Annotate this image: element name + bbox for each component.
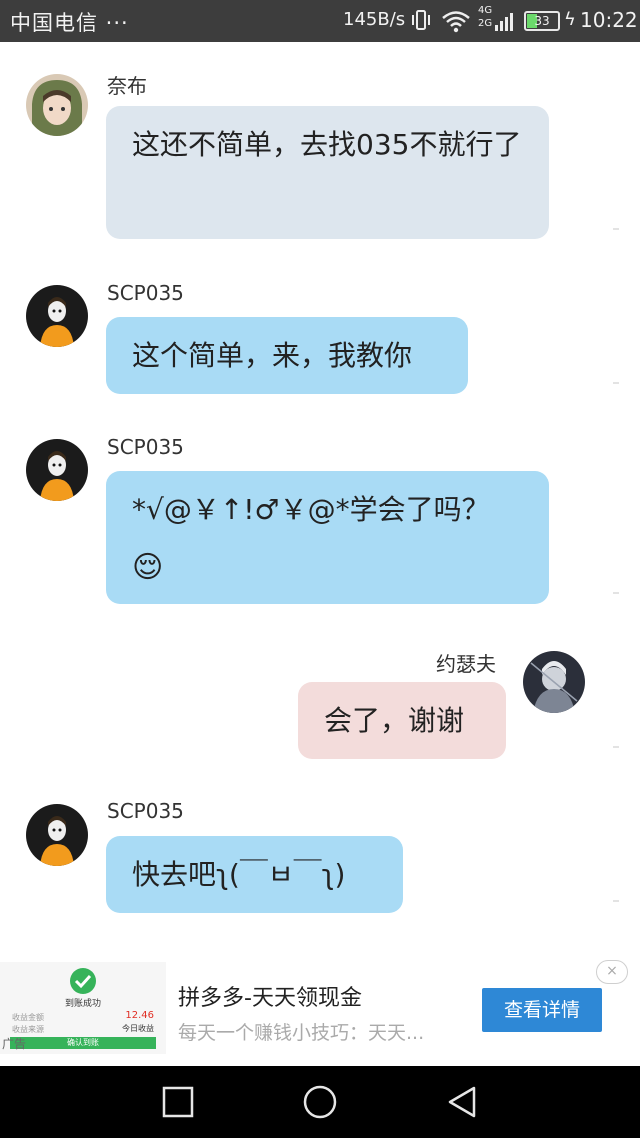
- ad-tag: 广告: [2, 1037, 27, 1051]
- message-text: *√@￥↑!♂￥@*学会了吗？: [132, 493, 490, 526]
- sender-name: 约瑟夫: [436, 652, 496, 676]
- carrier-name: 中国电信 ···: [10, 11, 129, 35]
- avatar-scp035[interactable]: [26, 439, 88, 501]
- network-speed: 145B/s: [343, 9, 406, 30]
- scroll-mark: [613, 228, 619, 230]
- signal-icon: [495, 13, 513, 31]
- back-icon[interactable]: [444, 1084, 480, 1120]
- status-bar: 中国电信 ··· 145B/s 4G 2G 33 ϟ 10:22: [0, 0, 640, 42]
- clock: 10:22: [580, 8, 638, 32]
- check-icon: [70, 968, 96, 994]
- ad-cta-button[interactable]: 查看详情: [482, 988, 602, 1032]
- ad-thumb-today: 今日收益: [122, 1024, 154, 1033]
- network-type: 4G 2G: [478, 5, 493, 29]
- sender-name: SCP035: [107, 435, 184, 459]
- wifi-icon: [442, 11, 470, 33]
- avatar-joseph[interactable]: [523, 651, 585, 713]
- navigation-bar: [0, 1066, 640, 1138]
- scroll-mark: [613, 900, 619, 902]
- message-bubble[interactable]: 会了，谢谢: [298, 682, 506, 759]
- message-text: 快去吧ʅ(￣ㅂ￣ʅ): [132, 858, 346, 891]
- sender-name: 奈布: [107, 74, 147, 98]
- battery-icon: 33: [524, 11, 560, 31]
- scroll-mark: [613, 592, 619, 594]
- scroll-mark: [613, 382, 619, 384]
- message-bubble[interactable]: 快去吧ʅ(￣ㅂ￣ʅ): [106, 836, 403, 913]
- home-icon[interactable]: [302, 1084, 338, 1120]
- vibrate-icon: [412, 10, 430, 30]
- recents-icon[interactable]: [160, 1084, 196, 1120]
- message-bubble[interactable]: *√@￥↑!♂￥@*学会了吗？ 😌: [106, 471, 549, 604]
- message-text: 这个简单，来，我教你: [132, 339, 413, 372]
- ad-thumb-label: 收益来源: [12, 1025, 44, 1034]
- ad-description[interactable]: 每天一个赚钱小技巧：天天...: [178, 1018, 458, 1045]
- ad-thumb-success: 到账成功: [64, 999, 101, 1009]
- sender-name: SCP035: [107, 281, 184, 305]
- ad-thumb-confirm: 确认到账: [10, 1037, 156, 1049]
- scroll-mark: [613, 746, 619, 748]
- ad-thumb-label: 收益金额: [12, 1013, 44, 1022]
- ad-thumb-amount: 12.46: [125, 1010, 154, 1021]
- avatar-scp035[interactable]: [26, 804, 88, 866]
- message-bubble[interactable]: 这还不简单，去找035不就行了: [106, 106, 549, 239]
- close-icon[interactable]: ×: [596, 960, 628, 984]
- message-text: 这还不简单，去找035不就行了: [132, 128, 522, 161]
- battery-level: 33: [534, 14, 550, 28]
- message-text: 会了，谢谢: [324, 704, 465, 737]
- smile-emoji-icon: 😌: [132, 550, 164, 585]
- avatar-naib[interactable]: [26, 74, 88, 136]
- ad-banner[interactable]: 到账成功 收益金额 12.46 收益来源 今日收益 确认到账 广告 拼多多-天天…: [0, 958, 640, 1058]
- sender-name: SCP035: [107, 799, 184, 823]
- charging-icon: ϟ: [564, 9, 576, 30]
- ad-thumbnail[interactable]: 到账成功 收益金额 12.46 收益来源 今日收益 确认到账 广告: [0, 962, 166, 1054]
- ad-title[interactable]: 拼多多-天天领现金: [178, 980, 362, 1012]
- avatar-scp035[interactable]: [26, 285, 88, 347]
- message-bubble[interactable]: 这个简单，来，我教你: [106, 317, 468, 394]
